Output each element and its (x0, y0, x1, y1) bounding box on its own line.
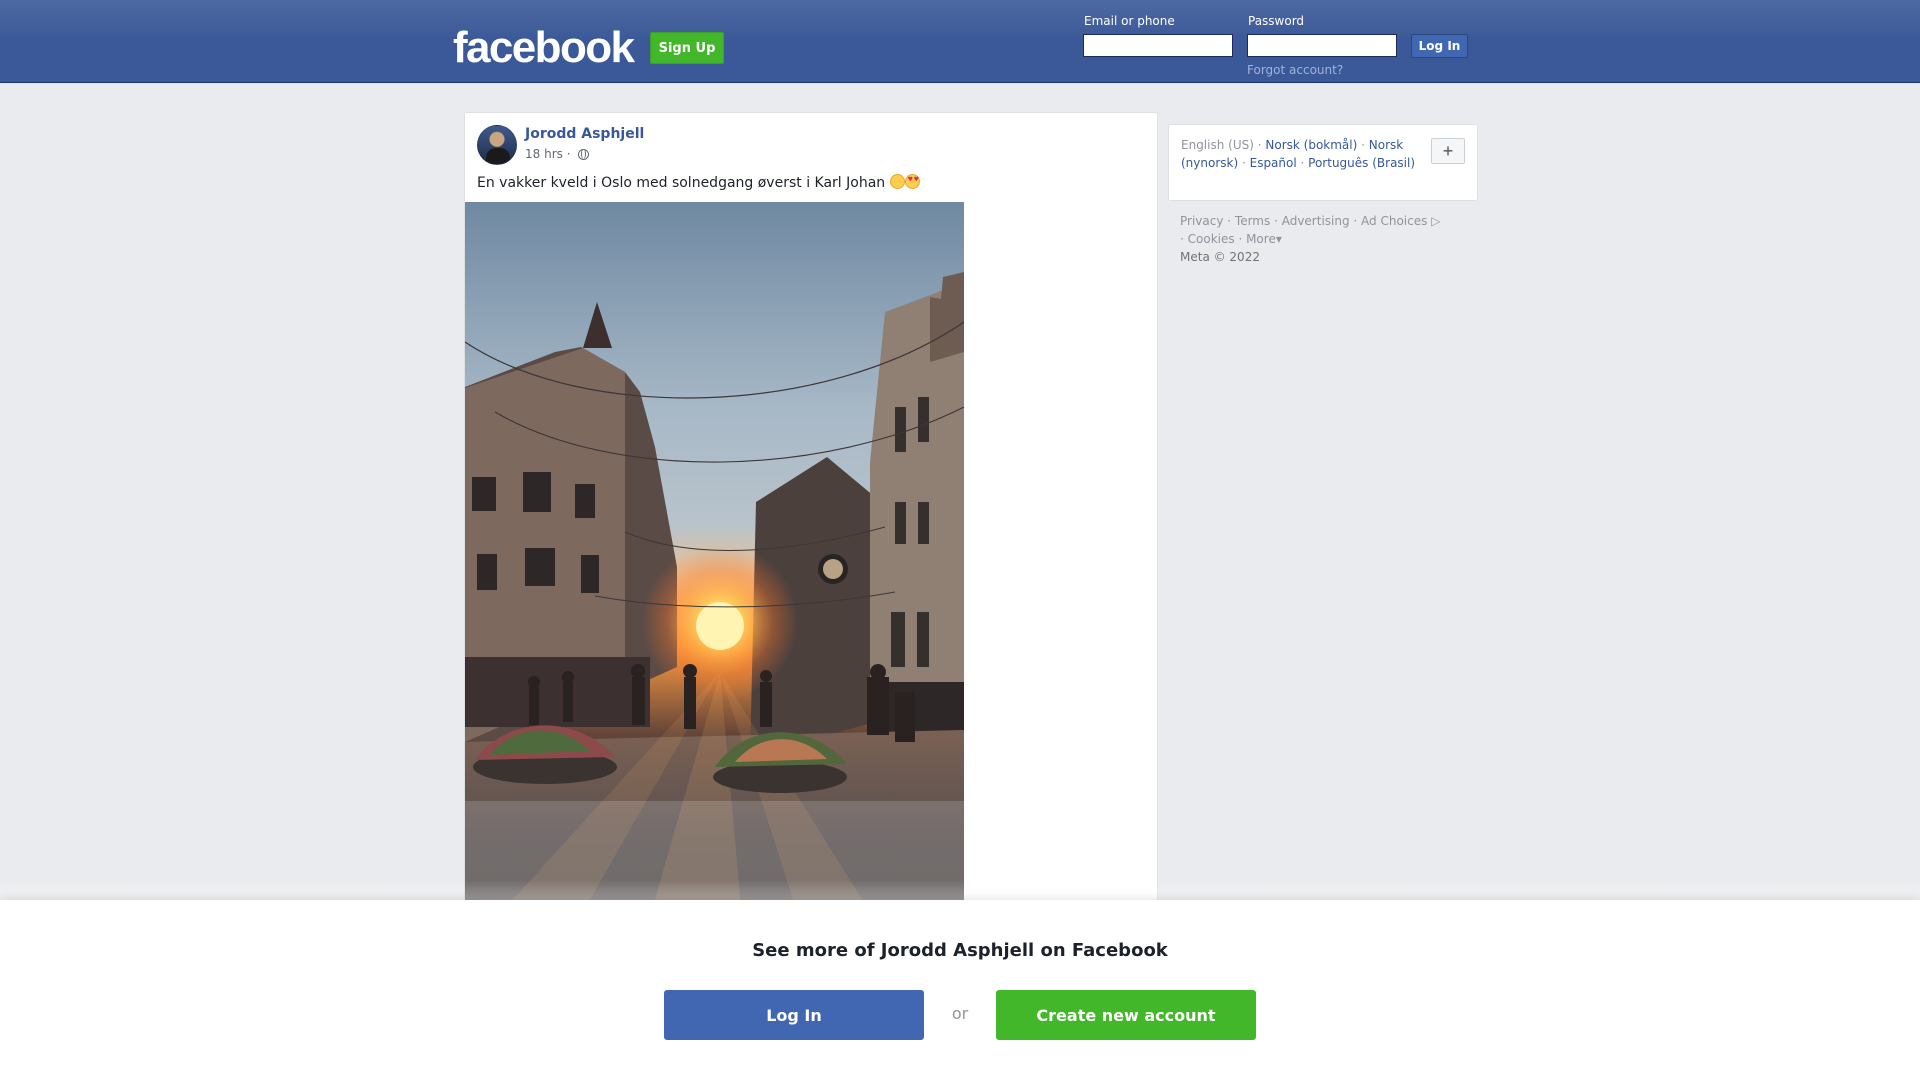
password-input[interactable] (1247, 34, 1397, 57)
overlay-or-label: or (951, 1004, 969, 1023)
language-current: English (US) (1181, 138, 1254, 152)
post-photo[interactable] (465, 202, 964, 952)
add-language-button[interactable]: + (1431, 138, 1465, 164)
language-links: English (US) · Norsk (bokmål) · Norsk (n… (1181, 138, 1416, 170)
post-time[interactable]: 18 hrs · (525, 147, 571, 161)
top-navigation-bar: facebook Sign Up Email or phone Password… (0, 0, 1920, 83)
email-label: Email or phone (1084, 14, 1175, 28)
overlay-login-button[interactable]: Log In (664, 990, 924, 1040)
heart-eyes-icon (904, 174, 920, 189)
author-avatar[interactable] (477, 125, 517, 165)
post-metadata: 18 hrs · (525, 147, 589, 161)
language-selector: English (US) · Norsk (bokmål) · Norsk (n… (1168, 124, 1478, 201)
login-prompt-overlay: See more of Jorodd Asphjell on Facebook … (0, 900, 1920, 1080)
footer-links: Privacy · Terms · Advertising · Ad Choic… (1180, 214, 1441, 246)
overlay-title: See more of Jorodd Asphjell on Facebook (752, 940, 1168, 961)
more-dropdown-icon[interactable]: ▾ (1276, 232, 1282, 246)
forgot-account-link[interactable]: Forgot account? (1247, 63, 1343, 77)
footer-more-link[interactable]: More (1246, 232, 1276, 246)
sign-up-button[interactable]: Sign Up (650, 32, 724, 64)
language-espanol[interactable]: Español (1250, 156, 1297, 170)
footer-ad-choices-link[interactable]: Ad Choices (1361, 214, 1427, 228)
language-portugues-brasil[interactable]: Português (Brasil) (1308, 156, 1415, 170)
language-norsk-bokmal[interactable]: Norsk (bokmål) (1265, 138, 1357, 152)
footer-cookies-link[interactable]: Cookies (1188, 232, 1235, 246)
email-input[interactable] (1083, 34, 1233, 57)
footer-privacy-link[interactable]: Privacy (1180, 214, 1223, 228)
post-author-name[interactable]: Jorodd Asphjell (525, 126, 644, 142)
post-text: En vakker kveld i Oslo med solnedgang øv… (477, 174, 920, 191)
footer-advertising-link[interactable]: Advertising (1282, 214, 1350, 228)
post-card: Jorodd Asphjell 18 hrs · En vakker kveld… (464, 112, 1158, 962)
globe-icon[interactable] (577, 148, 589, 160)
ad-choices-icon[interactable]: ▷ (1427, 214, 1440, 228)
copyright-text: Meta © 2022 (1180, 250, 1260, 264)
right-sidebar: English (US) · Norsk (bokmål) · Norsk (n… (1168, 124, 1478, 266)
footer-terms-link[interactable]: Terms (1235, 214, 1270, 228)
post-message: En vakker kveld i Oslo med solnedgang øv… (477, 175, 886, 191)
password-label: Password (1248, 14, 1305, 28)
facebook-logo[interactable]: facebook (453, 24, 635, 72)
smiling-face-icon (889, 174, 905, 189)
create-account-button[interactable]: Create new account (996, 990, 1256, 1040)
login-button[interactable]: Log In (1411, 34, 1468, 58)
